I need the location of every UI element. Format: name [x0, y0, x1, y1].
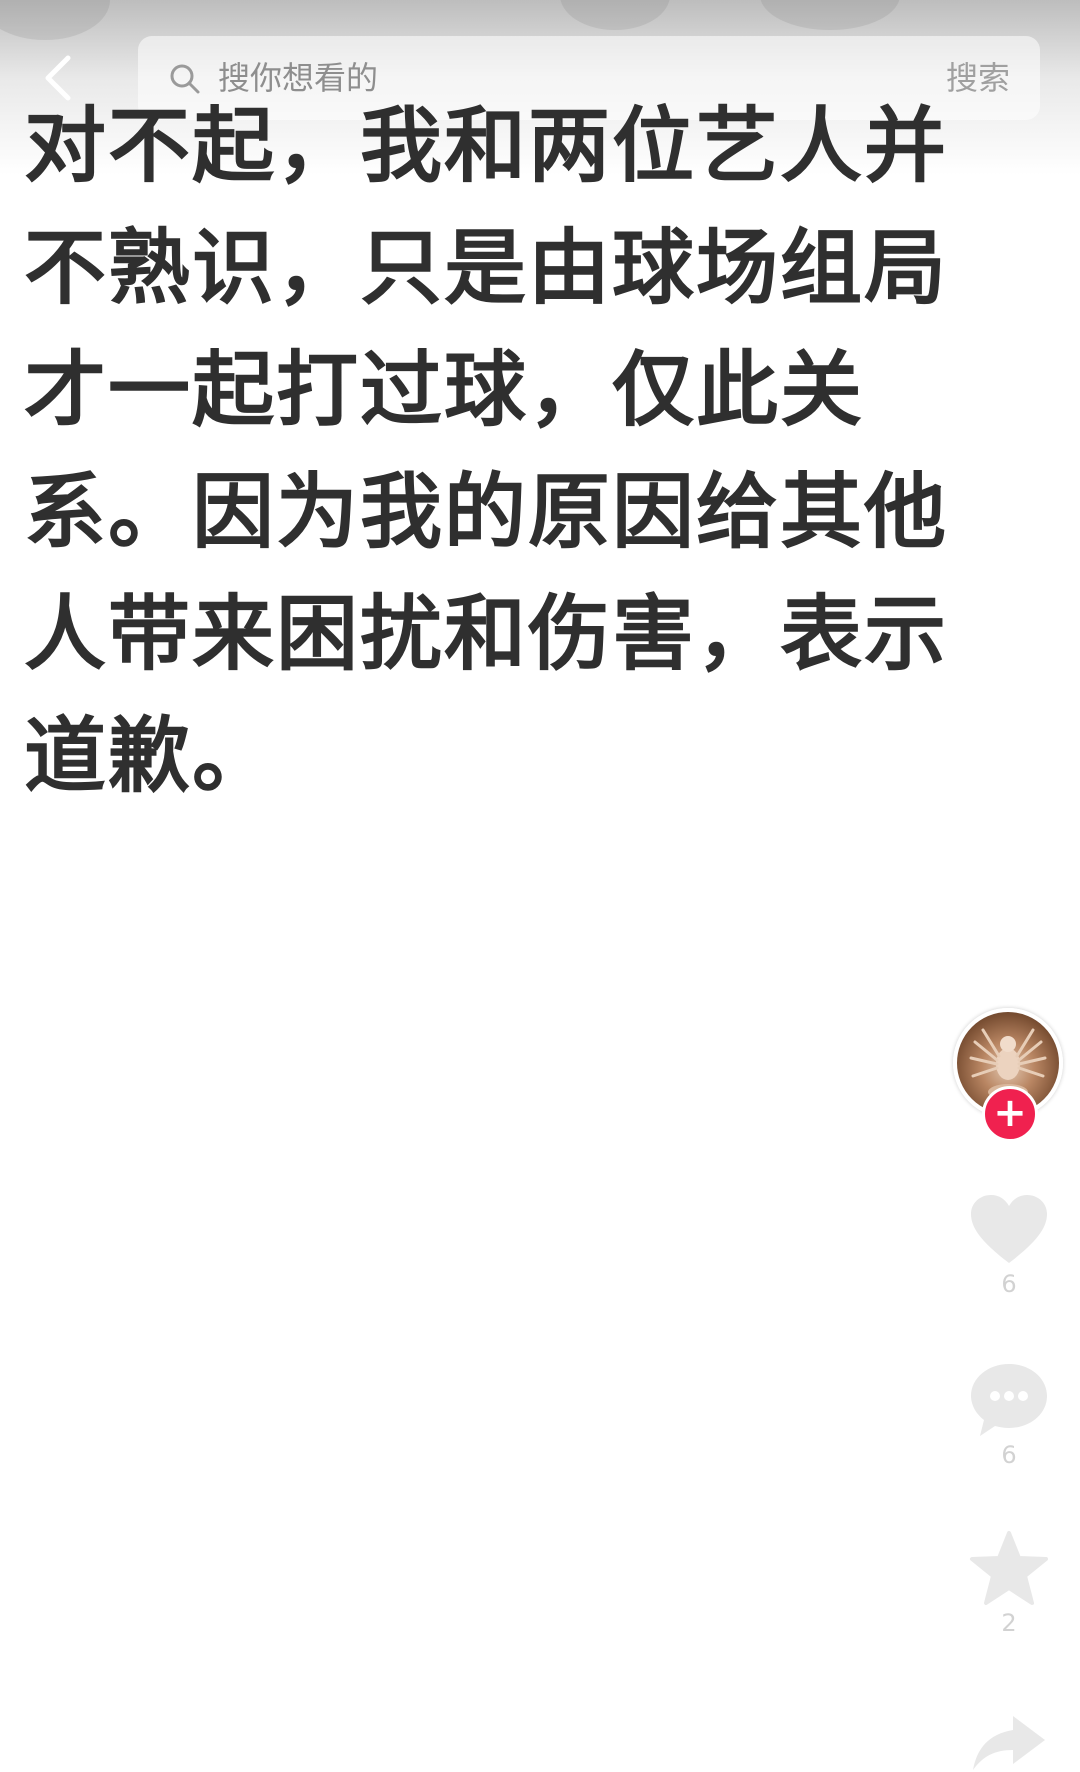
follow-button[interactable]: +	[982, 1086, 1038, 1142]
favorite-count: 2	[1001, 1609, 1017, 1637]
comment-icon	[971, 1364, 1047, 1436]
favorite-button[interactable]: 2	[964, 1530, 1054, 1638]
comment-button[interactable]: 6	[964, 1362, 1054, 1470]
share-button[interactable]	[964, 1712, 1054, 1772]
like-count: 6	[1001, 1270, 1017, 1298]
post-text: 对不起，我和两位艺人并 不熟识，只是由球场组局 才一起打过球，仅此关 系。因为我…	[24, 99, 949, 804]
like-button[interactable]: 6	[964, 1193, 1054, 1299]
author-avatar-group[interactable]: +	[953, 1008, 1063, 1142]
share-arrow-icon	[973, 1716, 1045, 1770]
heart-icon	[971, 1195, 1047, 1263]
star-icon	[970, 1531, 1048, 1605]
comment-count: 6	[1001, 1441, 1017, 1469]
